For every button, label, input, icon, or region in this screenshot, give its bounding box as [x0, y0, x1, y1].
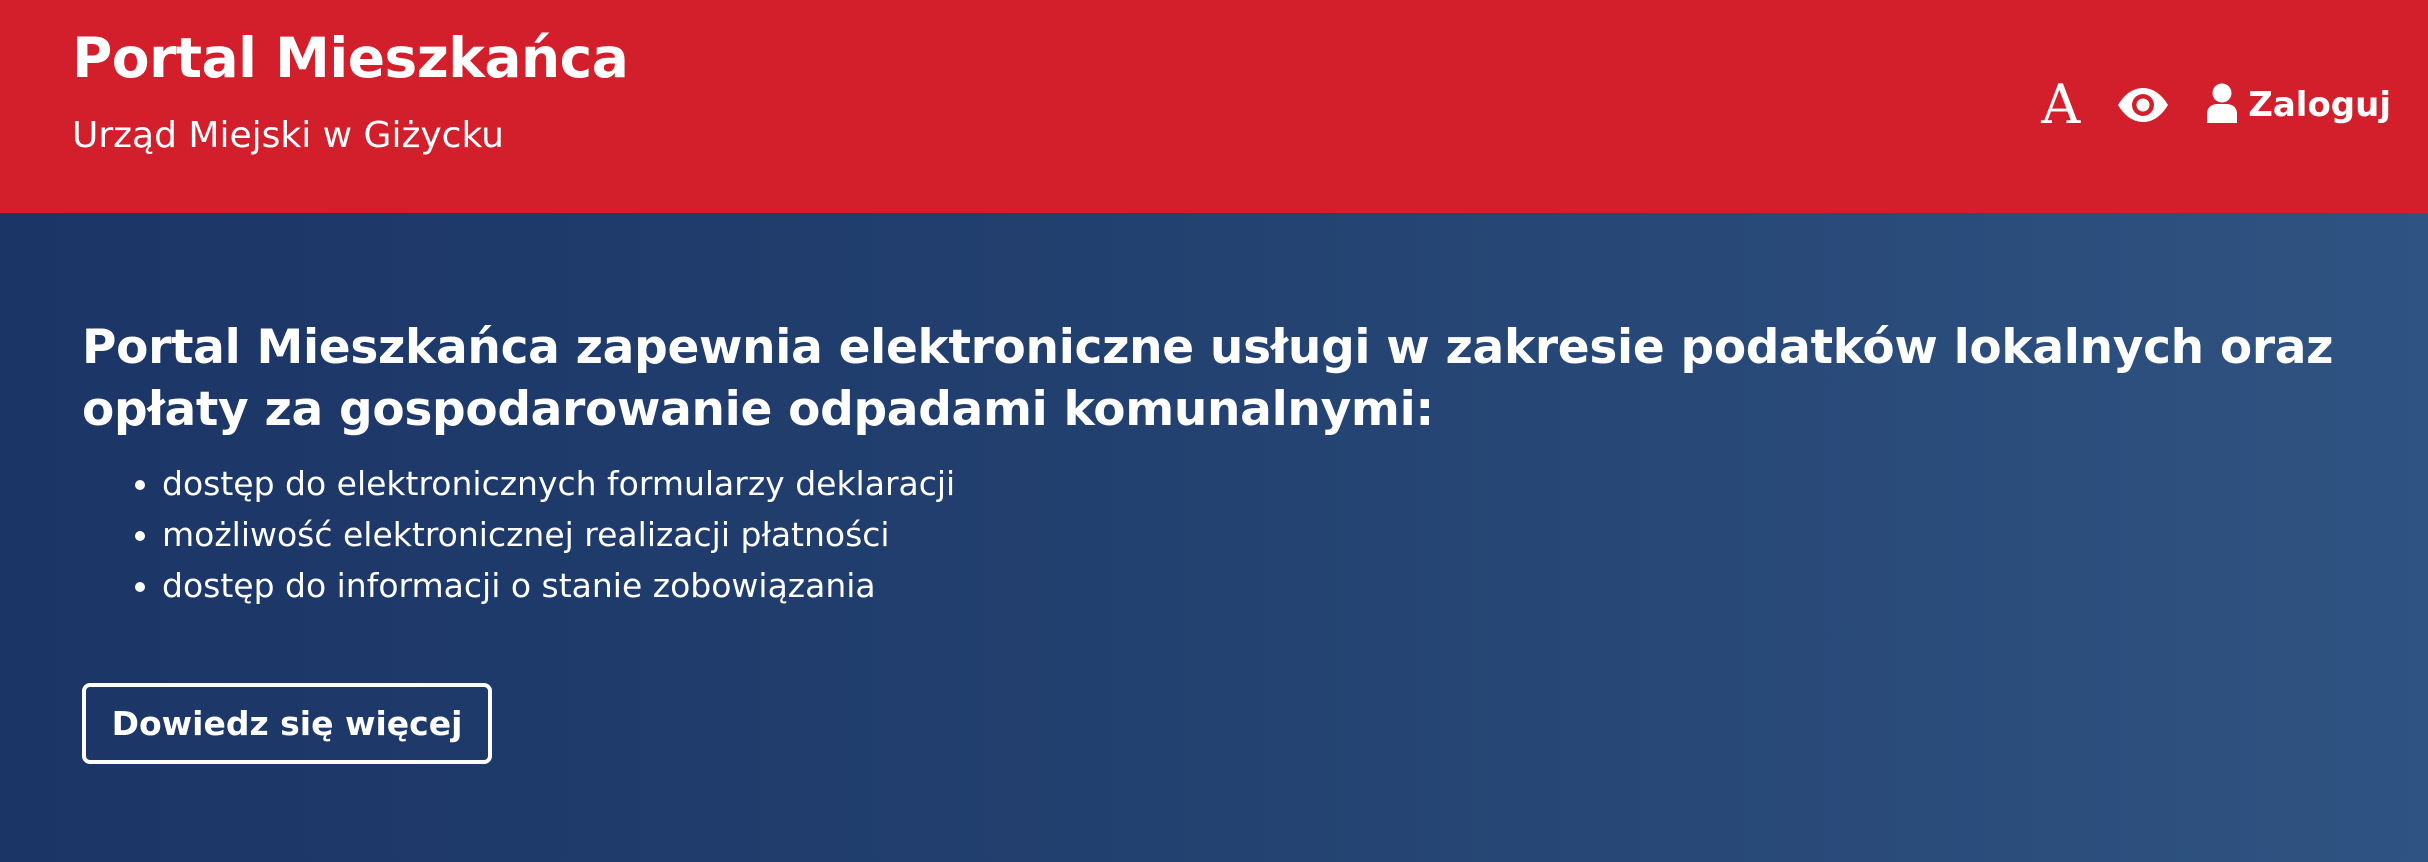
site-title[interactable]: Portal Mieszkańca [72, 26, 629, 90]
site-subtitle: Urząd Miejski w Giżycku [72, 115, 504, 156]
font-size-icon[interactable]: A [2041, 78, 2080, 132]
site-header: Portal Mieszkańca Urząd Miejski w Giżyck… [0, 0, 2428, 213]
list-item: dostęp do informacji o stanie zobowiązan… [162, 560, 955, 611]
hero-section: Portal Mieszkańca zapewnia elektroniczne… [0, 213, 2428, 862]
user-icon [2206, 83, 2238, 127]
hero-heading: Portal Mieszkańca zapewnia elektroniczne… [82, 320, 2334, 437]
header-toolbar: A Zaloguj [2041, 77, 2391, 133]
eye-icon[interactable] [2116, 87, 2170, 123]
learn-more-button[interactable]: Dowiedz się więcej [82, 683, 492, 764]
list-item: dostęp do elektronicznych formularzy dek… [162, 458, 955, 509]
feature-list: dostęp do elektronicznych formularzy dek… [120, 458, 955, 611]
login-button[interactable]: Zaloguj [2206, 83, 2391, 127]
login-label: Zaloguj [2248, 85, 2391, 125]
list-item: możliwość elektronicznej realizacji płat… [162, 509, 955, 560]
